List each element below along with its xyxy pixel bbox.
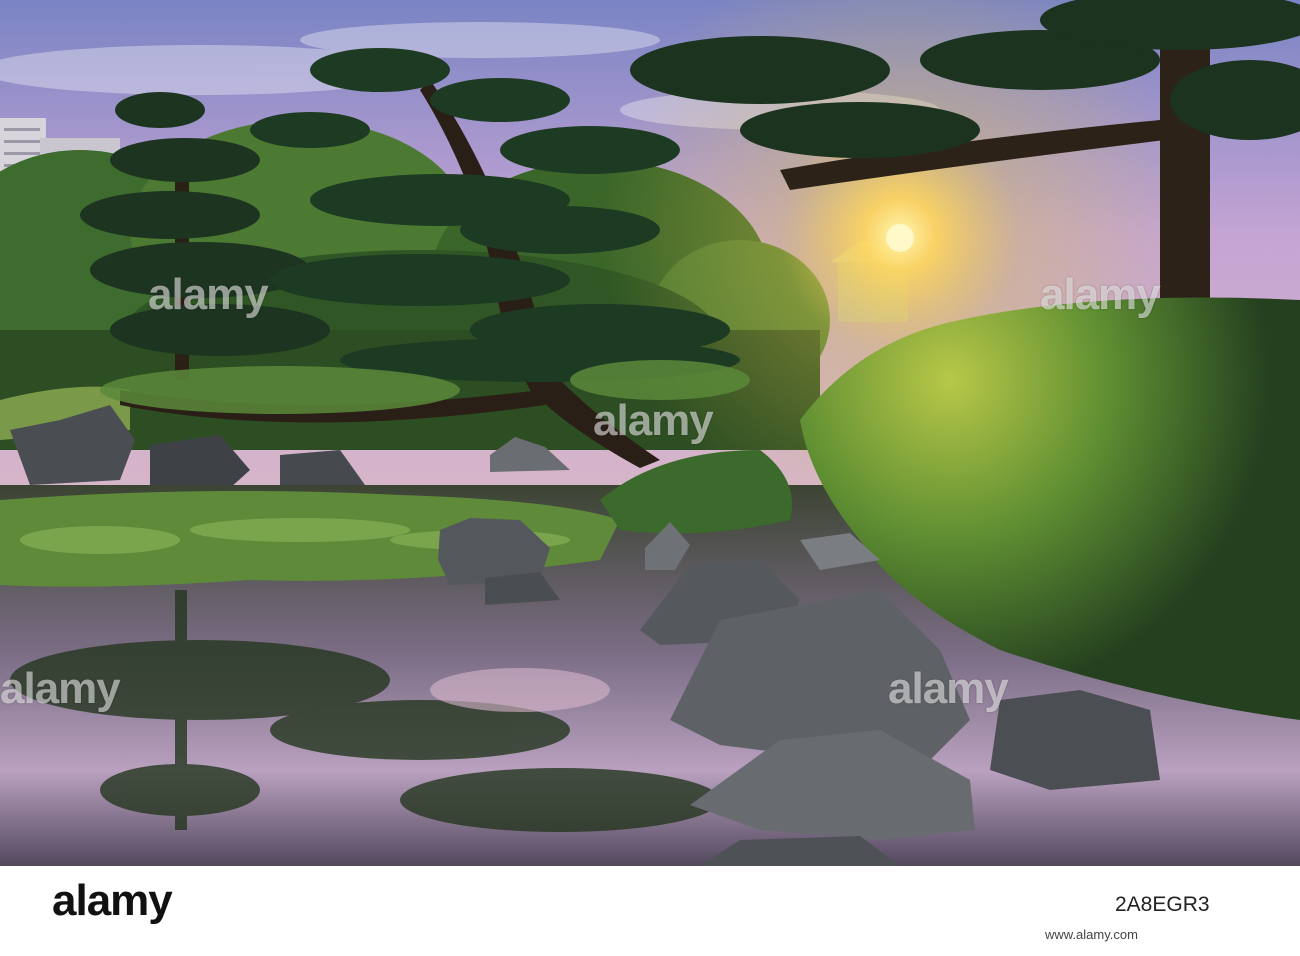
watermark: alamy — [0, 664, 121, 713]
footer-bar — [0, 866, 1300, 956]
image-id-label: 2A8EGR3 — [1115, 893, 1210, 916]
watermark: alamy — [148, 270, 269, 319]
watermark: alamy — [593, 396, 714, 445]
sun — [886, 224, 914, 252]
stock-photo: alamy alamy alamy alamy alamy — [0, 0, 1300, 866]
site-url[interactable]: www.alamy.com — [1045, 927, 1138, 942]
water-ripple — [430, 668, 610, 712]
watermark: alamy — [1040, 270, 1161, 319]
alamy-logo[interactable]: alamy — [52, 876, 173, 926]
watermark: alamy — [888, 664, 1009, 713]
